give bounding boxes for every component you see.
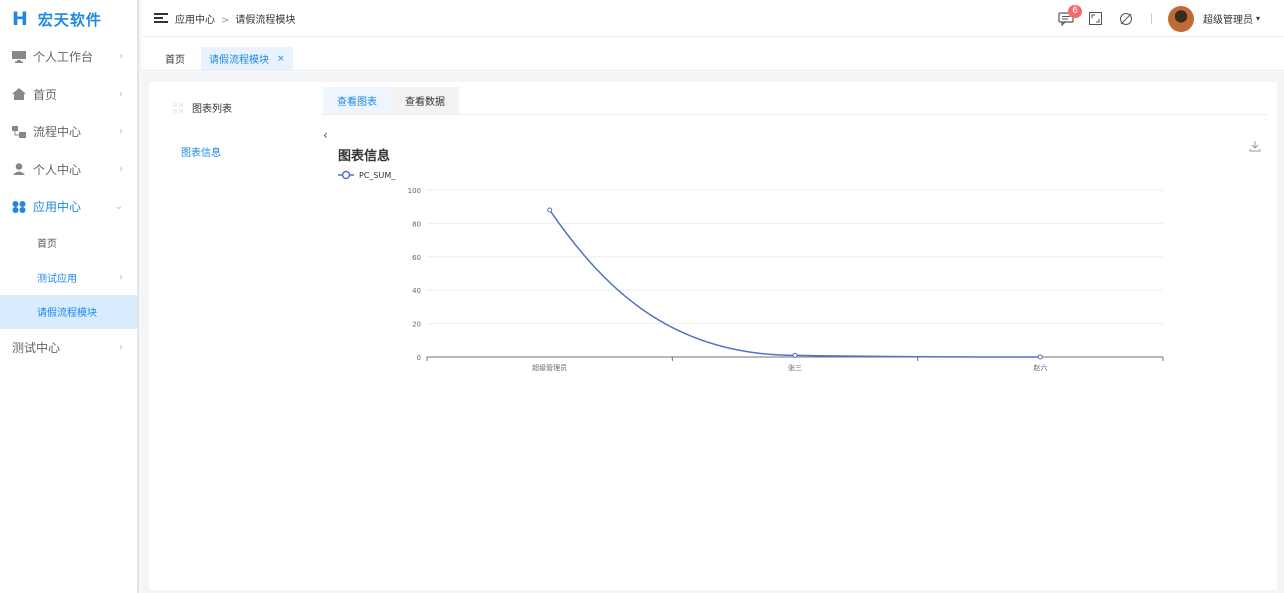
chevron-right-icon: › [119,126,123,138]
submenu-item-label: 首页 [37,239,57,251]
sidebar-item-label: 流程中心 [33,125,82,140]
message-count-badge: 6 [1068,4,1082,18]
legend-label: PC_SUM_ [359,171,396,180]
sidebar-item-label: 个人中心 [33,162,82,177]
submenu-item-label: 请假流程模块 [37,308,97,320]
header-divider [1150,13,1152,24]
chevron-right-icon: › [119,51,123,63]
view-tabs: 查看图表 查看数据 [323,87,459,114]
x-tick-label: 张三 [788,363,802,372]
series-line [549,209,1041,358]
hide-icon[interactable] [1117,10,1135,28]
tab-view-chart[interactable]: 查看图表 [323,87,391,114]
chart-list-title: 图表列表 [192,104,232,115]
sidebar-item-flow-center[interactable]: 流程中心 › [0,113,137,151]
chevron-right-icon: › [119,88,123,100]
chart-panel: 查看图表 查看数据 ‹ 图表信息 PC_SUM_ 0 20 40 60 80 100 超级管理员… [321,82,1277,590]
chart-list-header: 图表列表 [173,100,232,115]
top-header: 应用中心 > 请假流程模块 6 超级管理员 ▾ [141,0,1284,37]
submenu-item-leave-module[interactable]: 请假流程模块 [0,294,137,329]
apps-icon [12,200,26,213]
sidebar-item-label: 个人工作台 [33,50,94,65]
home-icon [12,88,26,101]
sidebar-item-label: 首页 [33,87,58,102]
chevron-right-icon: › [119,342,123,354]
chart-list-item[interactable]: 图表信息 [181,144,221,159]
flow-icon [12,125,26,138]
y-tick-label: 100 [408,187,421,195]
data-point [792,352,798,358]
sidebar: H 宏天软件 个人工作台 › 首页 › 流程中心 › 个人中心 › 应用中心 ⌄… [0,0,139,593]
tab-leave-module[interactable]: 请假流程模块 × [201,47,293,70]
tabs-divider [323,114,1267,115]
chevron-down-icon: ⌄ [114,201,123,213]
y-tick-label: 20 [412,321,421,329]
fullscreen-icon[interactable] [1087,10,1105,28]
y-tick-label: 0 [417,354,421,362]
submenu-item-home[interactable]: 首页 [0,226,137,261]
y-tick-label: 60 [412,254,421,262]
chart-title: 图表信息 [338,148,390,164]
sidebar-item-home[interactable]: 首页 › [0,76,137,114]
y-tick-label: 40 [412,287,421,295]
sidebar-item-label: 应用中心 [33,200,82,215]
caret-down-icon[interactable]: ▾ [1256,14,1260,23]
tab-label: 首页 [165,55,185,66]
user-icon [13,163,25,176]
message-icon[interactable]: 6 [1057,4,1082,28]
breadcrumb-item: 请假流程模块 [235,14,296,26]
data-point [547,207,553,213]
sidebar-item-personal-center[interactable]: 个人中心 › [0,151,137,189]
x-tick-label: 超级管理员 [532,363,567,372]
chevron-right-icon: › [119,271,123,283]
breadcrumb-item[interactable]: 应用中心 [175,15,215,26]
header-actions: 6 超级管理员 ▾ [1045,0,1260,37]
legend-marker [341,170,351,180]
avatar[interactable] [1167,5,1194,32]
sidebar-item-app-center[interactable]: 应用中心 ⌄ [0,188,137,226]
logo-mark: H [12,8,28,30]
monitor-icon [12,50,26,63]
chart-list-panel: 图表列表 图表信息 [149,82,321,590]
breadcrumb-separator: > [221,14,230,26]
sidebar-item-workbench[interactable]: 个人工作台 › [0,38,137,76]
tab-view-data[interactable]: 查看数据 [391,87,459,114]
page-tabs: 首页 请假流程模块 × [141,38,1284,71]
line-chart: 图表信息 PC_SUM_ 0 20 40 60 80 100 超级管理员 张三 赵六 [338,148,1164,372]
close-icon[interactable]: × [277,54,285,64]
chevron-right-icon: › [119,163,123,175]
breadcrumb: 应用中心 > 请假流程模块 [175,11,295,26]
logo[interactable]: H 宏天软件 [0,0,137,38]
data-point [1037,354,1043,360]
tab-home[interactable]: 首页 [157,47,193,70]
x-tick-label: 赵六 [1033,363,1047,372]
user-name[interactable]: 超级管理员 [1203,11,1253,26]
y-tick-label: 80 [412,220,421,228]
brand-name: 宏天软件 [37,10,102,29]
sidebar-item-label: 测试中心 [12,341,61,356]
submenu-item-test-app[interactable]: 测试应用 › [0,260,137,295]
menu-toggle-icon[interactable] [154,13,168,23]
content-area: 图表列表 图表信息 查看图表 查看数据 ‹ 图表信息 PC_SUM_ 0 20 40 60… [141,72,1284,593]
sidebar-item-test-center[interactable]: 测试中心 › [0,329,137,367]
grid-icon [173,102,183,113]
tab-label: 请假流程模块 [209,55,269,66]
submenu-item-label: 测试应用 [37,273,77,285]
